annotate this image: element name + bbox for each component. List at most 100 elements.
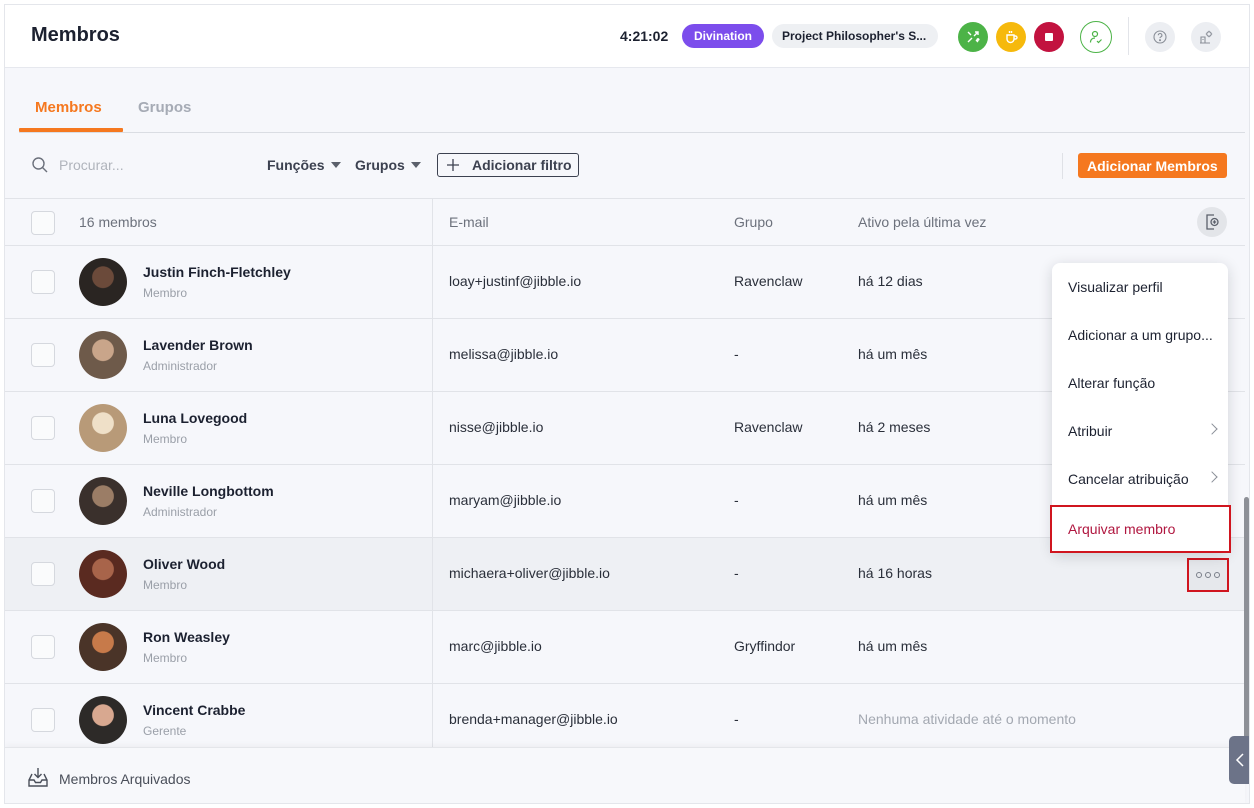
menu-item-unassign[interactable]: Cancelar atribuição <box>1052 455 1228 503</box>
archived-members-footer[interactable]: Membros Arquivados <box>5 747 1245 803</box>
menu-item-change-role[interactable]: Alterar função <box>1052 359 1228 407</box>
member-group: - <box>734 711 739 727</box>
toolbar-divider <box>1062 153 1063 179</box>
row-more-options-button[interactable] <box>1187 558 1229 592</box>
member-email: brenda+manager@jibble.io <box>449 711 618 727</box>
member-email: melissa@jibble.io <box>449 346 559 362</box>
break-button[interactable] <box>996 22 1026 52</box>
collapse-panel-handle[interactable] <box>1229 736 1249 784</box>
member-name[interactable]: Vincent Crabbe <box>143 702 245 718</box>
row-checkbox[interactable] <box>31 562 55 586</box>
organization-icon <box>1200 30 1213 44</box>
plus-icon <box>447 159 459 171</box>
member-name[interactable]: Oliver Wood <box>143 556 225 572</box>
archived-members-link[interactable]: Membros Arquivados <box>59 771 191 787</box>
column-divider <box>432 392 433 464</box>
roles-filter-label: Funções <box>267 157 325 173</box>
switch-activity-button[interactable] <box>958 22 988 52</box>
add-filter-label: Adicionar filtro <box>472 157 572 173</box>
add-filter-button[interactable]: Adicionar filtro <box>437 153 579 177</box>
column-header-group[interactable]: Grupo <box>734 214 773 230</box>
search-icon <box>32 157 48 173</box>
column-divider <box>432 319 433 391</box>
member-last-active: há 12 dias <box>858 273 923 289</box>
menu-item-view-profile[interactable]: Visualizar perfil <box>1052 263 1228 311</box>
member-email: maryam@jibble.io <box>449 492 562 508</box>
add-members-button[interactable]: Adicionar Membros <box>1078 153 1227 178</box>
menu-item-archive-member[interactable]: Arquivar membro <box>1050 505 1231 553</box>
dot-icon <box>1205 572 1211 578</box>
member-last-active: há 16 horas <box>858 565 932 581</box>
menu-item-label: Atribuir <box>1068 423 1113 439</box>
menu-item-assign[interactable]: Atribuir <box>1052 407 1228 455</box>
row-checkbox[interactable] <box>31 416 55 440</box>
column-header-email[interactable]: E-mail <box>449 214 489 230</box>
row-checkbox[interactable] <box>31 708 55 732</box>
tab-members[interactable]: Membros <box>35 99 102 116</box>
column-divider <box>432 538 433 610</box>
project-badge[interactable]: Project Philosopher's S... <box>772 24 938 48</box>
column-divider <box>432 246 433 318</box>
active-tab-indicator <box>19 128 123 132</box>
stop-button[interactable] <box>1034 22 1064 52</box>
row-checkbox[interactable] <box>31 270 55 294</box>
chevron-right-icon <box>1206 423 1218 435</box>
organization-button[interactable] <box>1191 22 1221 52</box>
activity-badge[interactable]: Divination <box>682 24 765 48</box>
member-role: Membro <box>143 651 188 665</box>
chevron-right-icon <box>1206 471 1218 483</box>
member-group: - <box>734 565 739 581</box>
member-email: nisse@jibble.io <box>449 419 544 435</box>
member-email: loay+justinf@jibble.io <box>449 273 582 289</box>
header-divider <box>1128 17 1129 55</box>
column-divider <box>432 465 433 537</box>
member-group: Ravenclaw <box>734 419 803 435</box>
member-last-active: há um mês <box>858 492 928 508</box>
export-button[interactable] <box>1197 207 1227 237</box>
member-name[interactable]: Ron Weasley <box>143 629 230 645</box>
member-role: Administrador <box>143 505 218 519</box>
coffee-break-icon <box>1006 31 1018 44</box>
vertical-scrollbar[interactable] <box>1244 497 1249 747</box>
avatar <box>79 623 127 671</box>
user-check-icon <box>1089 30 1102 44</box>
row-checkbox[interactable] <box>31 635 55 659</box>
member-email: michaera+oliver@jibble.io <box>449 565 610 581</box>
avatar <box>79 404 127 452</box>
tab-bar: Membros Grupos <box>19 69 1245 133</box>
dot-icon <box>1196 572 1202 578</box>
user-status-button[interactable] <box>1080 21 1112 53</box>
member-name[interactable]: Lavender Brown <box>143 337 253 353</box>
tab-groups[interactable]: Grupos <box>138 99 191 116</box>
member-role: Membro <box>143 286 188 300</box>
export-icon <box>1206 214 1219 230</box>
row-checkbox[interactable] <box>31 489 55 513</box>
table-row[interactable]: Ron Weasley Membro marc@jibble.io Gryffi… <box>5 611 1245 684</box>
menu-item-label: Adicionar a um grupo... <box>1068 327 1213 343</box>
avatar <box>79 258 127 306</box>
app-window: Membros 4:21:02 Divination Project Philo… <box>4 4 1250 804</box>
column-header-last-active[interactable]: Ativo pela última vez <box>858 214 986 230</box>
row-checkbox[interactable] <box>31 343 55 367</box>
column-divider <box>432 611 433 683</box>
row-context-menu: Visualizar perfil Adicionar a um grupo..… <box>1050 263 1231 553</box>
select-all-checkbox[interactable] <box>31 211 55 235</box>
groups-filter-dropdown[interactable]: Grupos <box>355 157 421 173</box>
switch-activity-icon <box>967 31 980 43</box>
help-button[interactable] <box>1145 22 1175 52</box>
menu-item-label: Visualizar perfil <box>1068 279 1163 295</box>
member-last-active: há 2 meses <box>858 419 931 435</box>
archive-tray-icon <box>28 768 48 787</box>
search-input[interactable] <box>59 155 239 175</box>
menu-item-add-to-group[interactable]: Adicionar a um grupo... <box>1052 311 1228 359</box>
timer-readout: 4:21:02 <box>620 28 669 44</box>
stop-icon <box>1045 33 1053 41</box>
member-name[interactable]: Justin Finch-Fletchley <box>143 264 291 280</box>
member-name[interactable]: Neville Longbottom <box>143 483 274 499</box>
roles-filter-dropdown[interactable]: Funções <box>267 157 341 173</box>
avatar <box>79 331 127 379</box>
avatar <box>79 477 127 525</box>
member-last-active: Nenhuma atividade até o momento <box>858 711 1076 727</box>
member-email: marc@jibble.io <box>449 638 542 654</box>
member-name[interactable]: Luna Lovegood <box>143 410 247 426</box>
